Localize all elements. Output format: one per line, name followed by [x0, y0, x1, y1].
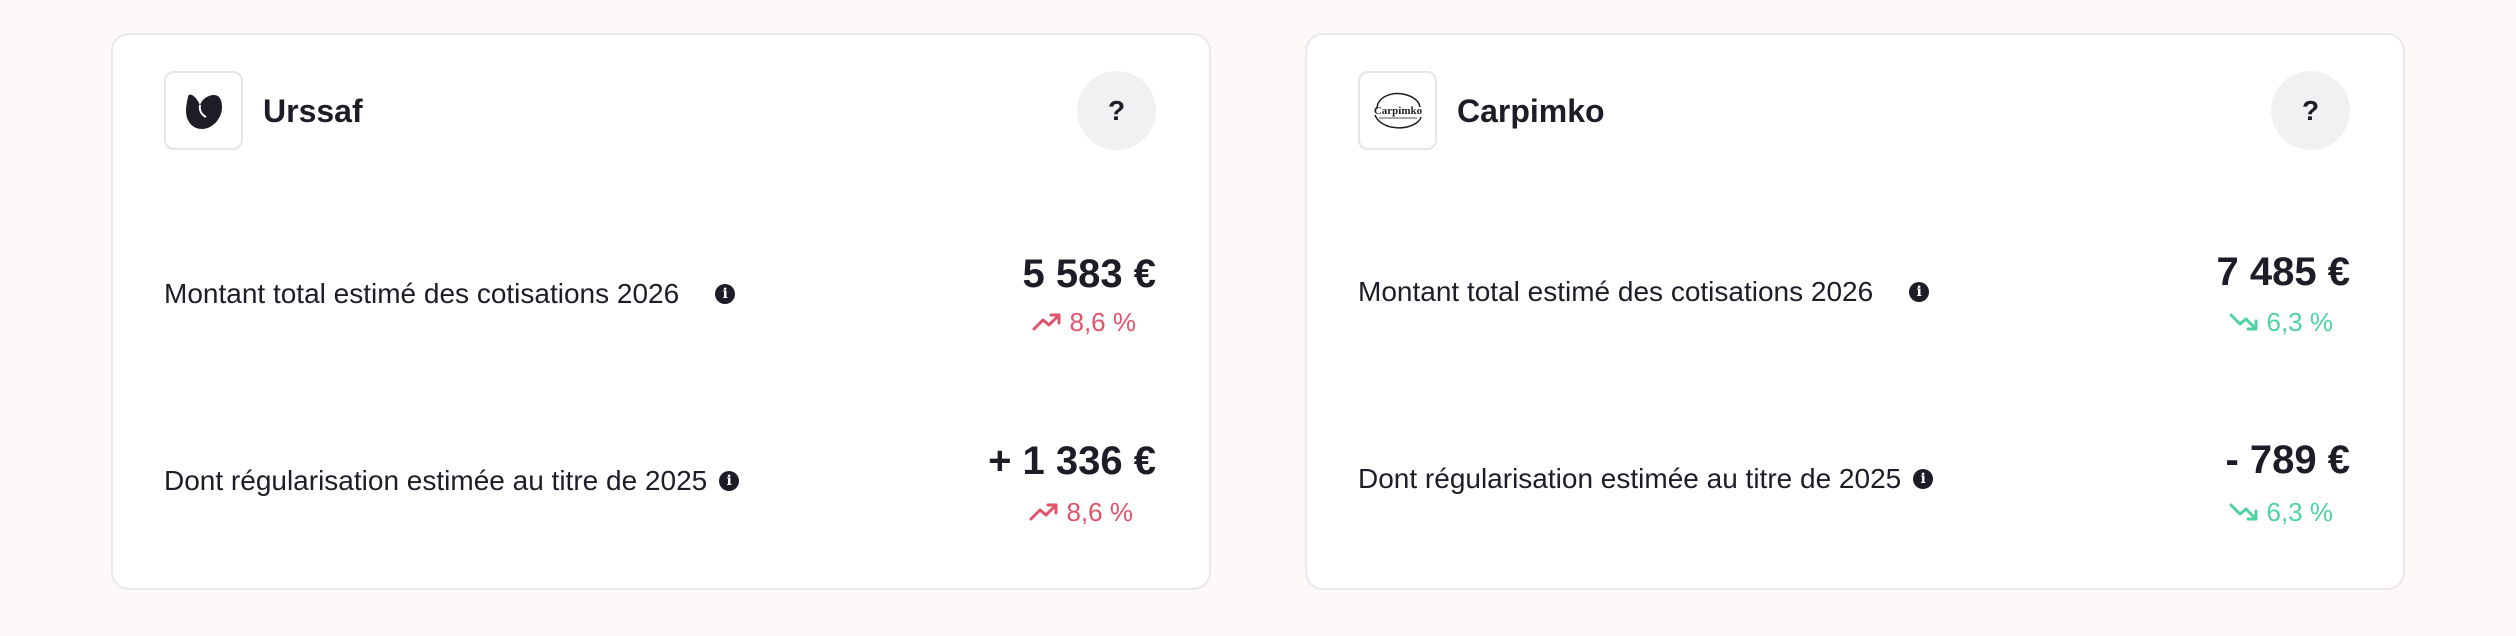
total-trend: 8,6 %	[1032, 307, 1137, 337]
regul-trend: 6,3 %	[2229, 497, 2334, 527]
urssaf-logo	[164, 71, 243, 150]
carpimko-logo: Carpimko	[1358, 71, 1437, 150]
regul-label: Dont régularisation estimée au titre de …	[164, 465, 708, 496]
total-label: Montant total estimé des cotisations 202…	[1358, 276, 1874, 307]
regul-amount: - 789 €	[2225, 438, 2350, 482]
carpimko-card: Carpimko Carpimko ? Montant total estimé…	[1305, 33, 2405, 590]
total-trend-value: 6,3 %	[2266, 307, 2334, 337]
help-button[interactable]: ?	[1077, 71, 1156, 150]
trending-down-icon	[2229, 503, 2257, 521]
carpimko-logo-icon: Carpimko	[1373, 92, 1422, 129]
regul-label-row: Dont régularisation estimée au titre de …	[1358, 463, 1934, 495]
total-label-row: Montant total estimé des cotisations 202…	[164, 278, 736, 310]
regul-trend-value: 8,6 %	[1066, 497, 1134, 527]
urssaf-card: Urssaf ? Montant total estimé des cotisa…	[111, 33, 1211, 590]
regul-amount: + 1 336 €	[988, 439, 1156, 483]
urssaf-logo-icon	[185, 94, 222, 129]
info-icon[interactable]: i	[1913, 469, 1934, 489]
total-trend-value: 8,6 %	[1069, 307, 1137, 337]
total-trend: 6,3 %	[2229, 307, 2334, 337]
carpimko-logo-text: Carpimko	[1373, 105, 1422, 117]
total-amount: 7 485 €	[2216, 250, 2350, 294]
total-amount: 5 583 €	[1022, 252, 1156, 296]
info-icon[interactable]: i	[1909, 282, 1930, 302]
regul-trend: 8,6 %	[1029, 497, 1134, 527]
regul-trend-value: 6,3 %	[2266, 497, 2334, 527]
org-name: Carpimko	[1457, 93, 1605, 129]
regul-label-row: Dont régularisation estimée au titre de …	[164, 465, 740, 497]
help-button[interactable]: ?	[2271, 71, 2350, 150]
total-label: Montant total estimé des cotisations 202…	[164, 278, 680, 309]
regul-label: Dont régularisation estimée au titre de …	[1358, 463, 1902, 494]
trending-up-icon	[1032, 313, 1060, 331]
trending-down-icon	[2229, 313, 2257, 331]
total-label-row: Montant total estimé des cotisations 202…	[1358, 276, 1930, 308]
org-name: Urssaf	[263, 93, 363, 129]
info-icon[interactable]: i	[715, 284, 736, 304]
info-icon[interactable]: i	[719, 471, 740, 491]
trending-up-icon	[1029, 503, 1057, 521]
